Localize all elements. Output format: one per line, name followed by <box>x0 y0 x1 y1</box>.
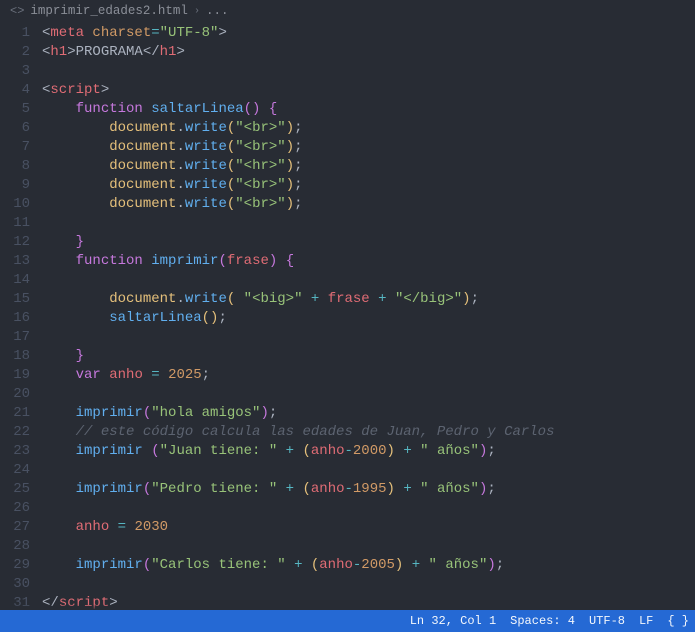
line-number: 19 <box>0 366 42 385</box>
line-number: 1 <box>0 24 42 43</box>
code-line[interactable]: document.write("<br>"); <box>42 176 695 195</box>
line-number: 11 <box>0 214 42 233</box>
code-line[interactable]: document.write("<hr>"); <box>42 157 695 176</box>
code-line[interactable]: imprimir("hola amigos"); <box>42 404 695 423</box>
code-line[interactable]: document.write( "<big>" + frase + "</big… <box>42 290 695 309</box>
line-number: 14 <box>0 271 42 290</box>
line-number: 6 <box>0 119 42 138</box>
line-number: 15 <box>0 290 42 309</box>
breadcrumb-rest[interactable]: ... <box>206 4 229 18</box>
line-number: 16 <box>0 309 42 328</box>
status-language-icon[interactable]: { } <box>667 614 689 628</box>
code-line[interactable]: function imprimir(frase) { <box>42 252 695 271</box>
code-line[interactable] <box>42 461 695 480</box>
line-number: 10 <box>0 195 42 214</box>
code-line[interactable]: // este código calcula las edades de Jua… <box>42 423 695 442</box>
code-line[interactable] <box>42 575 695 594</box>
code-line[interactable]: <meta charset="UTF-8"> <box>42 24 695 43</box>
status-indentation[interactable]: Spaces: 4 <box>510 614 575 628</box>
status-encoding[interactable]: UTF-8 <box>589 614 625 628</box>
code-line[interactable] <box>42 62 695 81</box>
line-number: 23 <box>0 442 42 461</box>
line-number: 3 <box>0 62 42 81</box>
line-number: 29 <box>0 556 42 575</box>
breadcrumb[interactable]: <> imprimir_edades2.html › ... <box>0 0 695 22</box>
code-line[interactable] <box>42 214 695 233</box>
code-file-icon: <> <box>10 4 24 18</box>
code-line[interactable]: saltarLinea(); <box>42 309 695 328</box>
code-line[interactable]: imprimir("Pedro tiene: " + (anho-1995) +… <box>42 480 695 499</box>
code-line[interactable]: document.write("<br>"); <box>42 138 695 157</box>
line-number: 24 <box>0 461 42 480</box>
code-line[interactable] <box>42 499 695 518</box>
code-line[interactable] <box>42 328 695 347</box>
code-line[interactable]: anho = 2030 <box>42 518 695 537</box>
status-eol[interactable]: LF <box>639 614 653 628</box>
line-number: 7 <box>0 138 42 157</box>
code-line[interactable]: imprimir("Carlos tiene: " + (anho-2005) … <box>42 556 695 575</box>
code-line[interactable]: <h1>PROGRAMA</h1> <box>42 43 695 62</box>
code-line[interactable]: imprimir ("Juan tiene: " + (anho-2000) +… <box>42 442 695 461</box>
line-number: 22 <box>0 423 42 442</box>
code-content[interactable]: <meta charset="UTF-8"><h1>PROGRAMA</h1> <… <box>42 22 695 610</box>
code-line[interactable]: </script> <box>42 594 695 610</box>
line-number: 8 <box>0 157 42 176</box>
line-number: 4 <box>0 81 42 100</box>
code-editor[interactable]: 1234567891011121314151617181920212223242… <box>0 22 695 610</box>
line-number: 18 <box>0 347 42 366</box>
line-number: 21 <box>0 404 42 423</box>
chevron-right-icon: › <box>194 6 200 17</box>
code-line[interactable] <box>42 271 695 290</box>
line-number: 28 <box>0 537 42 556</box>
code-line[interactable]: var anho = 2025; <box>42 366 695 385</box>
code-line[interactable] <box>42 537 695 556</box>
line-number: 25 <box>0 480 42 499</box>
line-number: 17 <box>0 328 42 347</box>
line-number: 13 <box>0 252 42 271</box>
line-number: 27 <box>0 518 42 537</box>
line-number: 26 <box>0 499 42 518</box>
line-number: 20 <box>0 385 42 404</box>
code-line[interactable]: } <box>42 347 695 366</box>
code-line[interactable]: <script> <box>42 81 695 100</box>
code-line[interactable]: function saltarLinea() { <box>42 100 695 119</box>
code-line[interactable]: } <box>42 233 695 252</box>
status-cursor-position[interactable]: Ln 32, Col 1 <box>410 614 496 628</box>
code-line[interactable]: document.write("<br>"); <box>42 119 695 138</box>
line-number: 12 <box>0 233 42 252</box>
line-number-gutter: 1234567891011121314151617181920212223242… <box>0 22 42 610</box>
line-number: 9 <box>0 176 42 195</box>
line-number: 30 <box>0 575 42 594</box>
line-number: 5 <box>0 100 42 119</box>
code-line[interactable] <box>42 385 695 404</box>
code-line[interactable]: document.write("<br>"); <box>42 195 695 214</box>
breadcrumb-filename[interactable]: imprimir_edades2.html <box>30 4 188 18</box>
status-bar: Ln 32, Col 1 Spaces: 4 UTF-8 LF { } <box>0 610 695 632</box>
line-number: 2 <box>0 43 42 62</box>
